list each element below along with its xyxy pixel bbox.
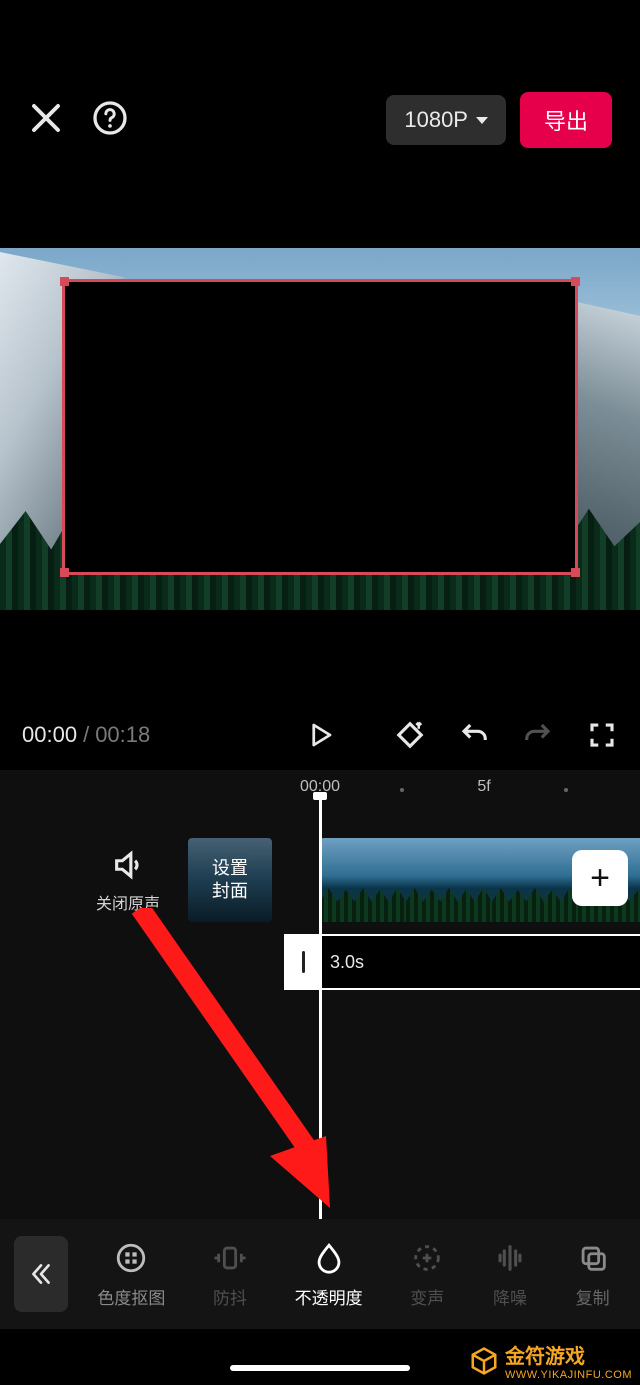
home-indicator[interactable] bbox=[230, 1365, 410, 1371]
keyframe-icon[interactable] bbox=[394, 719, 426, 751]
voice-fx-icon bbox=[409, 1240, 445, 1276]
watermark: 金符游戏 WWW.YIKAJINFU.COM bbox=[469, 1340, 632, 1381]
secondary-clip[interactable]: 3.0s bbox=[284, 934, 640, 990]
preview-canvas[interactable] bbox=[0, 248, 640, 610]
toolbar-back-button[interactable] bbox=[14, 1236, 68, 1312]
tool-copy[interactable]: 复制 bbox=[575, 1240, 611, 1309]
tool-opacity[interactable]: 不透明度 bbox=[295, 1240, 363, 1309]
set-cover-button[interactable]: 设置 封面 bbox=[188, 838, 272, 922]
ruler-tick-5f: 5f bbox=[477, 778, 490, 796]
selection-rectangle[interactable] bbox=[62, 279, 578, 575]
mute-original-audio-button[interactable]: 关闭原声 bbox=[96, 848, 160, 914]
help-icon[interactable] bbox=[92, 100, 128, 141]
tool-voice-fx[interactable]: 变声 bbox=[409, 1240, 445, 1309]
redo-icon[interactable] bbox=[522, 719, 554, 751]
secondary-clip-duration: 3.0s bbox=[330, 952, 364, 973]
timeline-panel[interactable]: 00:00 5f 关闭原声 设置 封面 + 3.0s bbox=[0, 770, 640, 1230]
fullscreen-icon[interactable] bbox=[586, 719, 618, 751]
tool-stabilize[interactable]: 防抖 bbox=[212, 1240, 248, 1309]
playback-bar: 00:00/00:18 bbox=[0, 708, 640, 762]
undo-icon[interactable] bbox=[458, 719, 490, 751]
play-icon[interactable] bbox=[304, 719, 336, 751]
denoise-icon bbox=[492, 1240, 528, 1276]
tool-denoise[interactable]: 降噪 bbox=[492, 1240, 528, 1309]
caret-down-icon bbox=[476, 117, 488, 124]
chroma-key-icon bbox=[113, 1240, 149, 1276]
close-icon[interactable] bbox=[28, 100, 64, 141]
resolution-dropdown[interactable]: 1080P bbox=[386, 95, 506, 145]
tool-bar: 色度抠图 防抖 不透明度 变声 降噪 bbox=[0, 1219, 640, 1329]
opacity-icon bbox=[311, 1240, 347, 1276]
top-bar: 1080P 导出 bbox=[0, 92, 640, 148]
stabilize-icon bbox=[212, 1240, 248, 1276]
clip-trim-handle[interactable] bbox=[286, 936, 320, 988]
total-duration: 00:18 bbox=[95, 722, 150, 747]
export-button[interactable]: 导出 bbox=[520, 92, 612, 148]
resolution-label: 1080P bbox=[404, 107, 468, 133]
copy-icon bbox=[575, 1240, 611, 1276]
timecode: 00:00/00:18 bbox=[22, 722, 150, 748]
current-time: 00:00 bbox=[22, 722, 77, 747]
add-clip-button[interactable]: + bbox=[572, 850, 628, 906]
playhead[interactable] bbox=[319, 798, 322, 1230]
tool-chroma-key[interactable]: 色度抠图 bbox=[97, 1240, 165, 1309]
